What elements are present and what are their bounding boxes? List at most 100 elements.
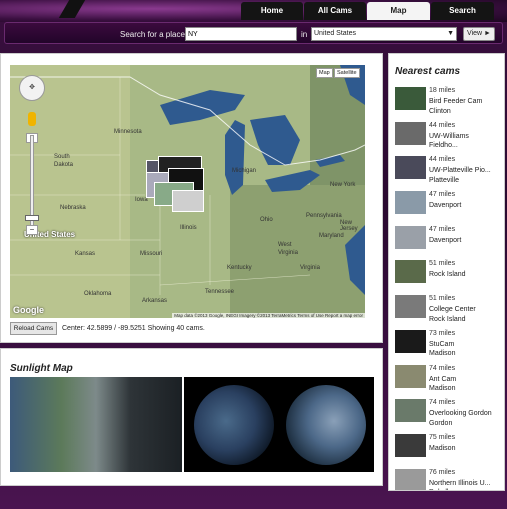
cam-name-link[interactable]: Davenport xyxy=(429,201,503,211)
map-attribution[interactable]: Map data ©2013 Google, INEGI Imagery ©20… xyxy=(172,313,365,318)
search-label: Search for a place: xyxy=(120,30,188,39)
cam-distance: 51 miles xyxy=(429,260,456,268)
cam-thumbnail[interactable] xyxy=(395,87,426,110)
label-ohio: Ohio xyxy=(260,217,273,223)
nearest-cam-list: 18 miles Bird Feeder Cam Clinton 44 miles U… xyxy=(395,85,503,490)
label-arkansas: Arkansas xyxy=(142,298,168,304)
list-item[interactable]: 44 miles UW-Platteville Pio... Plattevill… xyxy=(395,154,503,189)
cam-distance: 51 miles xyxy=(429,295,456,303)
cam-name-link[interactable]: Rock Island xyxy=(429,270,503,280)
google-logo: Google xyxy=(13,305,44,315)
label-kentucky: Kentucky xyxy=(227,265,252,271)
cam-thumbnail[interactable] xyxy=(395,433,426,457)
cam-thumbnail[interactable] xyxy=(395,225,426,249)
cam-name-link[interactable]: Madison xyxy=(429,444,503,454)
list-item[interactable]: 51 miles Rock Island xyxy=(395,258,503,293)
zoom-slider-handle[interactable] xyxy=(25,215,39,221)
sunlight-panel: Sunlight Map xyxy=(0,348,383,486)
search-bar: Search for a place: in United States ▼ V… xyxy=(4,22,503,44)
cam-thumbnail[interactable] xyxy=(395,364,426,388)
cam-name-link[interactable]: StuCam Madison xyxy=(429,340,503,359)
cam-name-link[interactable]: UW-Platteville Pio... Platteville xyxy=(429,166,503,185)
country-select[interactable]: United States ▼ xyxy=(311,27,457,41)
pegman-icon[interactable] xyxy=(28,112,36,126)
tab-home[interactable]: Home xyxy=(241,2,303,20)
list-item[interactable]: 76 miles Northern Illinois U... Dekalb xyxy=(395,467,503,490)
cam-thumbnail[interactable] xyxy=(395,191,426,215)
cam-thumbnail[interactable] xyxy=(395,156,426,180)
country-value: United States xyxy=(314,30,357,37)
cam-thumbnail[interactable] xyxy=(395,260,426,284)
map-center-status: Center: 42.5899 / -89.5251 Showing 40 ca… xyxy=(62,325,205,332)
list-item[interactable]: 74 miles Overlooking Gordon Gordon xyxy=(395,397,503,432)
in-label: in xyxy=(301,30,308,39)
cam-thumbnail[interactable] xyxy=(395,121,426,145)
label-michigan: Michigan xyxy=(232,168,257,174)
zoom-out-button[interactable]: − xyxy=(26,225,38,235)
cam-distance: 74 miles xyxy=(429,399,456,407)
label-missouri: Missouri xyxy=(140,251,163,257)
cam-name-link[interactable]: Ant Cam Madison xyxy=(429,375,503,394)
reload-cams-button[interactable]: Reload Cams xyxy=(10,322,57,335)
label-west-virginia: West Virginia xyxy=(278,242,298,256)
cam-distance: 47 miles xyxy=(429,225,456,233)
logo-leaf-icon xyxy=(58,0,86,18)
list-item[interactable]: 47 miles Davenport xyxy=(395,189,503,224)
list-item[interactable]: 51 miles College Center Rock Island xyxy=(395,293,503,328)
cam-name-link[interactable]: UW-Williams Fieldho... xyxy=(429,132,503,151)
cam-name-link[interactable]: Northern Illinois U... Dekalb xyxy=(429,479,503,490)
cam-distance: 74 miles xyxy=(429,364,456,372)
main-nav: Home All Cams Map Search xyxy=(241,2,494,20)
label-new-jersey: New Jersey xyxy=(340,220,358,232)
cam-name-link[interactable]: College Center Rock Island xyxy=(429,305,503,324)
cam-thumbnail[interactable] xyxy=(395,295,426,319)
tab-search[interactable]: Search xyxy=(431,2,494,20)
cam-distance: 44 miles xyxy=(429,121,456,129)
view-button[interactable]: View ► xyxy=(463,27,495,41)
map-type-button[interactable]: Map xyxy=(316,68,333,78)
label-south-dakota: South Dakota xyxy=(54,154,74,168)
satellite-type-button[interactable]: Satellite xyxy=(334,68,360,78)
cam-distance: 18 miles xyxy=(429,87,456,94)
label-kansas: Kansas xyxy=(75,251,96,257)
list-item[interactable]: 73 miles StuCam Madison xyxy=(395,328,503,363)
cam-distance: 75 miles xyxy=(429,433,456,441)
label-oklahoma: Oklahoma xyxy=(84,291,112,297)
label-nebraska: Nebraska xyxy=(60,205,86,211)
google-map[interactable]: Minnesota South Dakota Nebraska Kansas O… xyxy=(10,65,365,318)
label-maryland: Maryland xyxy=(319,233,344,239)
cam-marker[interactable] xyxy=(172,190,204,212)
cam-thumbnail[interactable] xyxy=(395,329,426,353)
list-item[interactable]: 44 miles UW-Williams Fieldho... xyxy=(395,120,503,155)
nearest-cams-panel: Nearest cams 18 miles Bird Feeder Cam Cli… xyxy=(388,53,505,491)
chevron-down-icon: ▼ xyxy=(447,30,454,37)
cam-distance: 47 miles xyxy=(429,191,456,199)
cam-thumbnail[interactable] xyxy=(395,399,426,423)
cam-name-link[interactable]: Overlooking Gordon Gordon xyxy=(429,409,503,428)
cam-distance: 73 miles xyxy=(429,329,456,337)
cam-distance: 76 miles xyxy=(429,468,456,476)
map-panel: Minnesota South Dakota Nebraska Kansas O… xyxy=(0,53,383,343)
cam-thumbnail[interactable] xyxy=(395,468,426,490)
label-virginia: Virginia xyxy=(300,265,320,271)
nearest-cams-title: Nearest cams xyxy=(395,66,461,77)
sunlight-title: Sunlight Map xyxy=(10,363,73,374)
list-item[interactable]: 75 miles Madison xyxy=(395,432,503,467)
tab-all-cams[interactable]: All Cams xyxy=(304,2,366,20)
pan-control[interactable]: ✥ xyxy=(19,75,45,101)
label-illinois: Illinois xyxy=(180,225,197,231)
label-pennsylvania: Pennsylvania xyxy=(306,213,342,219)
sunlight-flat-map xyxy=(10,377,182,472)
label-minnesota: Minnesota xyxy=(114,129,142,135)
globe-east xyxy=(286,385,366,465)
cam-distance: 44 miles xyxy=(429,156,456,164)
tab-map[interactable]: Map xyxy=(367,2,430,20)
place-search-input[interactable] xyxy=(185,27,297,41)
cam-name-link[interactable]: Davenport xyxy=(429,236,503,246)
label-new-york: New York xyxy=(330,182,356,188)
cam-name-link[interactable]: Bird Feeder Cam Clinton xyxy=(429,97,503,116)
list-item[interactable]: 47 miles Davenport xyxy=(395,224,503,259)
list-item[interactable]: 74 miles Ant Cam Madison xyxy=(395,363,503,398)
list-item[interactable]: 18 miles Bird Feeder Cam Clinton xyxy=(395,85,503,120)
globe-west xyxy=(194,385,274,465)
